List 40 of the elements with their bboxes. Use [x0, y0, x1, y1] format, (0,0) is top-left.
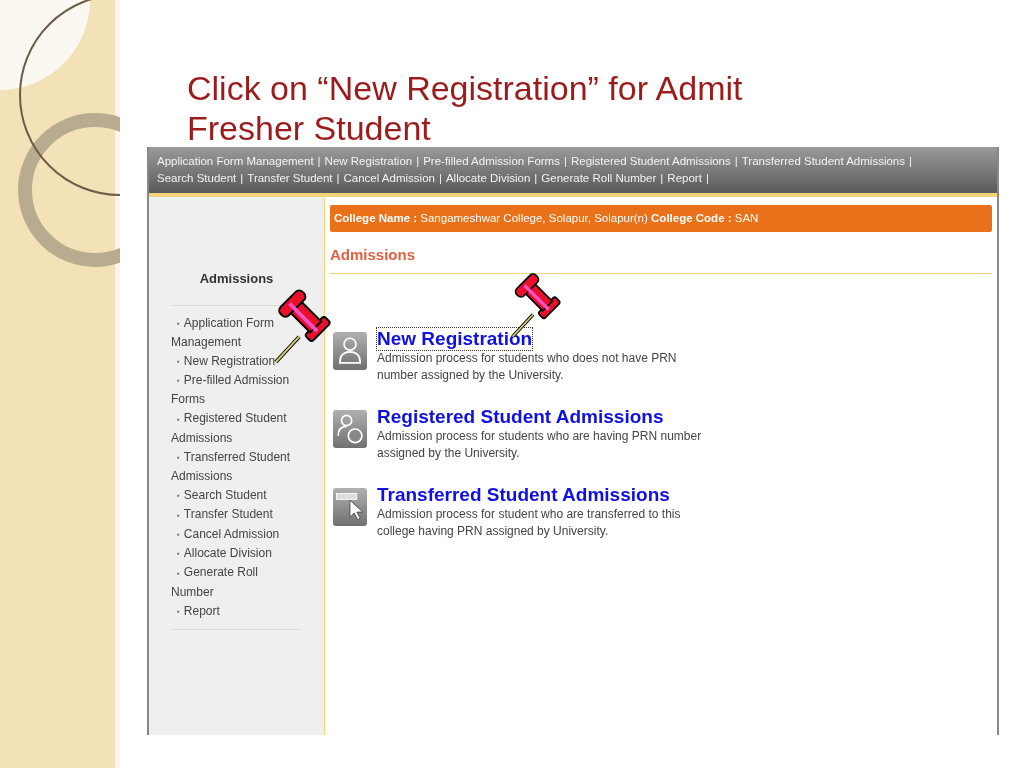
nav-separator: |: [438, 171, 442, 186]
nav-separator: |: [240, 171, 244, 186]
badge-person-icon: [333, 409, 367, 448]
option-link[interactable]: New Registration: [377, 327, 533, 350]
nav-link[interactable]: Allocate Division: [445, 170, 531, 188]
sidebar-link[interactable]: ▪ Application Form Management: [171, 313, 302, 352]
nav-separator: |: [734, 153, 738, 169]
nav-separator: |: [416, 153, 420, 169]
nav-link[interactable]: Report: [667, 170, 702, 188]
sidebar-link[interactable]: ▪ Pre-filled Admission Forms: [171, 371, 302, 410]
nav-separator: |: [336, 171, 340, 186]
nav-separator: |: [317, 153, 321, 169]
college-info-bar: College Name : Sangameshwar College, Solapur, Solapur(n) College Code : SAN: [330, 205, 992, 233]
sidebar-link[interactable]: ▪ New Registration: [171, 351, 302, 372]
option-description: Admission process for student who are transferred to this college having PRN assigned by University.: [377, 505, 682, 540]
slide-title: Click on “New Registration” for Admit Fresher Student: [187, 68, 744, 147]
option-description: Admission process for students who does not have PRN number assigned by the University.: [377, 349, 678, 384]
nav-separator: |: [909, 153, 912, 169]
nav-link[interactable]: Transfer Student: [247, 170, 333, 188]
nav-link[interactable]: Generate Roll Number: [541, 170, 657, 188]
option-description: Admission process for students who are having PRN number assigned by the University.: [377, 427, 703, 462]
nav-link[interactable]: Cancel Admission: [343, 170, 435, 188]
nav-separator: |: [534, 171, 538, 186]
option-link[interactable]: Transferred Student Admissions: [377, 483, 670, 506]
sidebar-link[interactable]: ▪ Transfer Student: [171, 505, 302, 525]
sidebar-link[interactable]: ▪ Search Student: [171, 486, 302, 506]
nav-link[interactable]: Search Student: [157, 170, 237, 188]
sidebar-link[interactable]: ▪ Report: [171, 601, 302, 622]
sidebar-link[interactable]: ▪ Cancel Admission: [171, 524, 302, 545]
nav-separator: |: [705, 171, 709, 186]
sidebar-link[interactable]: ▪ Generate Roll Number: [171, 563, 302, 602]
option-link[interactable]: Registered Student Admissions: [377, 405, 664, 428]
nav-separator: |: [660, 171, 664, 186]
cursor-icon: [333, 487, 367, 526]
sidebar-link[interactable]: ▪ Transferred Student Admissions: [171, 447, 302, 487]
nav-separator: |: [563, 153, 567, 169]
sidebar-link[interactable]: ▪ Registered Student Admissions: [171, 409, 302, 448]
section-heading: Admissions: [330, 244, 992, 274]
sidebar-link[interactable]: ▪ Allocate Division: [171, 544, 302, 564]
person-icon: [333, 331, 367, 370]
